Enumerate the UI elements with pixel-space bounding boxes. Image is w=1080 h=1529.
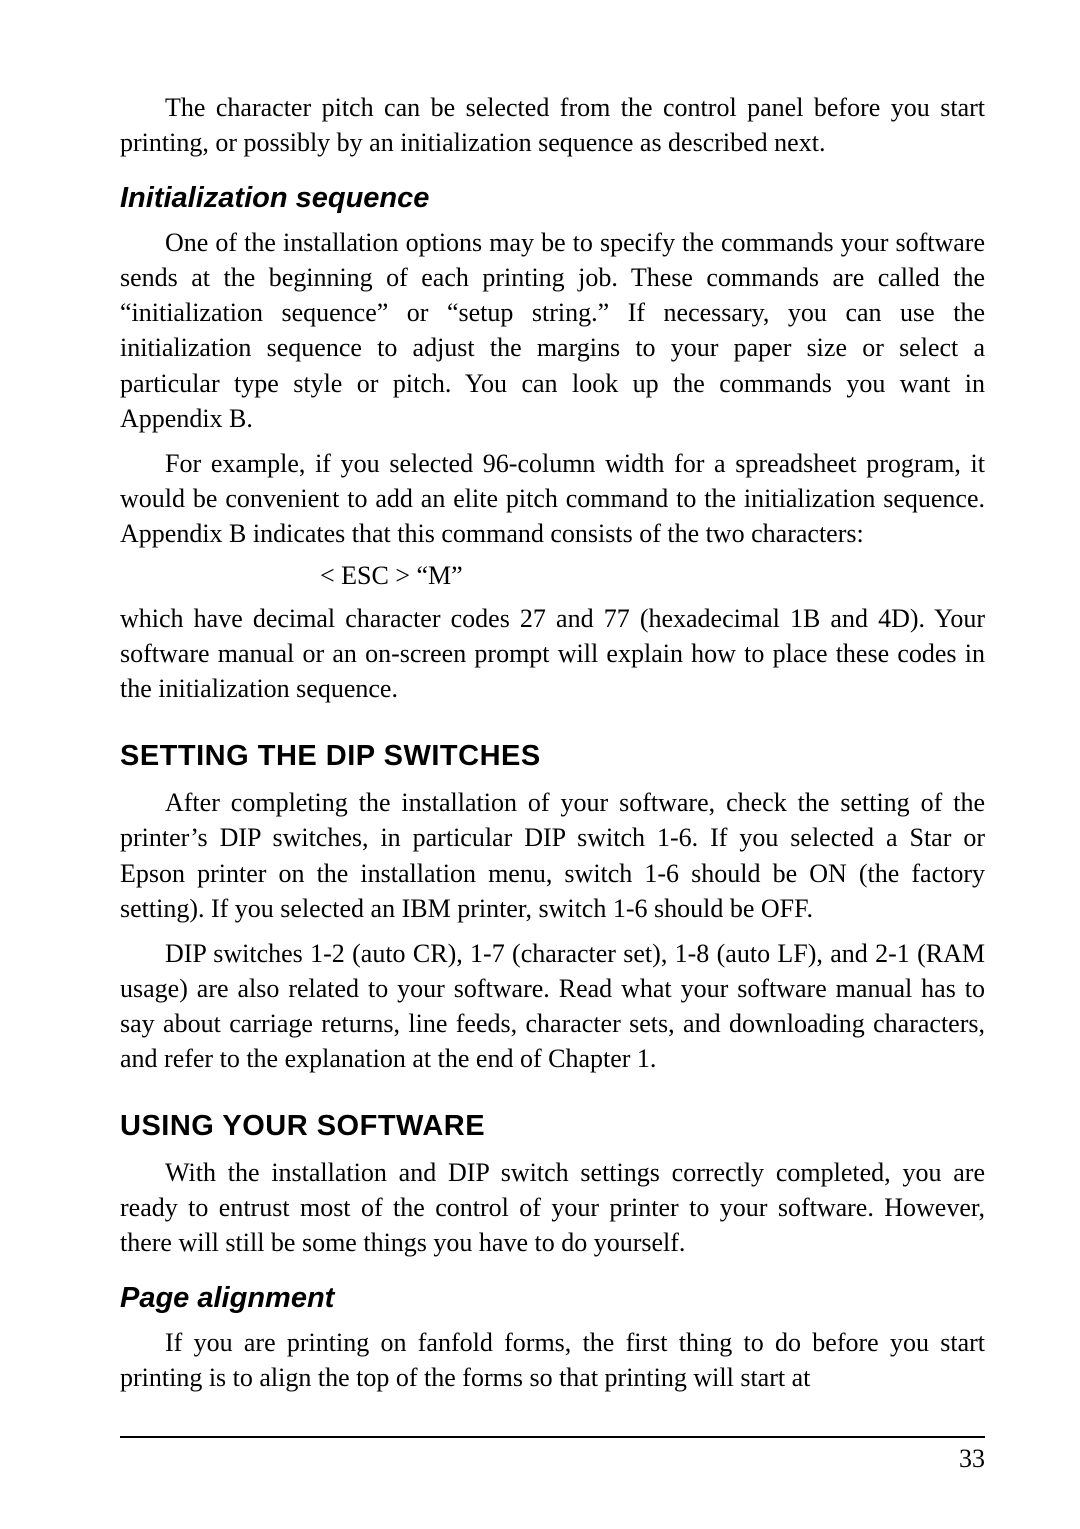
page-content: The character pitch can be selected from…: [0, 0, 1080, 1474]
paragraph-using-1: With the installation and DIP switch set…: [120, 1155, 985, 1260]
paragraph-init-1: One of the installation options may be t…: [120, 225, 985, 436]
text: For example, if you selected 96-column w…: [120, 449, 985, 548]
text: The character pitch can be selected from…: [120, 93, 985, 157]
paragraph-dip-1: After completing the installation of you…: [120, 785, 985, 925]
paragraph-dip-2: DIP switches 1-2 (auto CR), 1-7 (charact…: [120, 936, 985, 1076]
text: which have decimal character codes 27 an…: [120, 604, 985, 703]
heading-initialization-sequence: Initialization sequence: [120, 182, 985, 215]
heading-setting-dip-switches: SETTING THE DIP SWITCHES: [120, 740, 985, 773]
code-esc-m: < ESC > “M”: [120, 561, 985, 591]
paragraph-intro: The character pitch can be selected from…: [120, 90, 985, 160]
page-number: 33: [959, 1444, 985, 1473]
paragraph-page-1: If you are printing on fanfold forms, th…: [120, 1325, 985, 1395]
heading-using-your-software: USING YOUR SOFTWARE: [120, 1110, 985, 1143]
heading-page-alignment: Page alignment: [120, 1282, 985, 1315]
paragraph-init-3: which have decimal character codes 27 an…: [120, 601, 985, 706]
text: With the installation and DIP switch set…: [120, 1158, 985, 1257]
text: If you are printing on fanfold forms, th…: [120, 1328, 985, 1392]
text: DIP switches 1-2 (auto CR), 1-7 (charact…: [120, 939, 985, 1073]
text: After completing the installation of you…: [120, 788, 985, 922]
text: One of the installation options may be t…: [120, 228, 985, 432]
page-footer: 33: [120, 1436, 985, 1474]
paragraph-init-2: For example, if you selected 96-column w…: [120, 446, 985, 551]
